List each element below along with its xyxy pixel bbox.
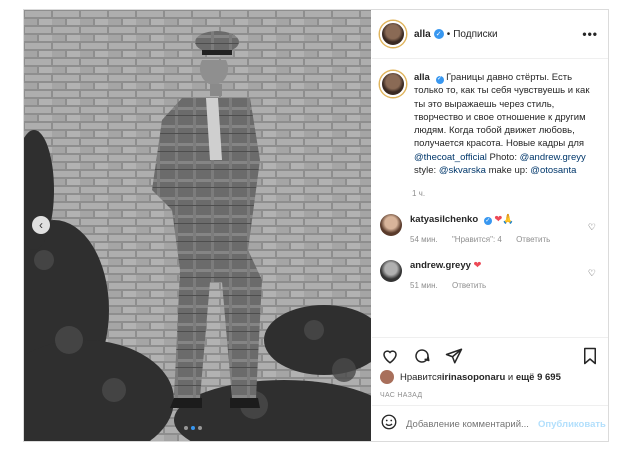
comment-like-icon[interactable]: ♡ (588, 222, 596, 233)
carousel-dot-active (191, 426, 195, 430)
comment-likes[interactable]: "Нравится": 4 (452, 235, 502, 244)
reply-button[interactable]: Ответить (452, 281, 486, 290)
comment-emoji: ❤ (473, 260, 482, 272)
post-sidebar: alla ✓ • Подписки ••• alla ✓ Границы дав… (372, 10, 608, 441)
prev-photo-button[interactable]: ‹ (32, 216, 50, 234)
carousel-dots (184, 426, 202, 430)
caption: alla ✓ Границы давно стёрты. Есть только… (372, 59, 608, 177)
comment-meta: 54 мин. "Нравится": 4 Ответить (410, 235, 562, 244)
author-username[interactable]: alla (414, 29, 431, 40)
likes-user[interactable]: irinasoponaru (442, 372, 505, 383)
emoji-icon[interactable] (380, 413, 398, 436)
share-icon[interactable] (444, 346, 464, 366)
separator-dot: • (446, 28, 451, 40)
verified-icon: ✓ (433, 29, 444, 39)
comment-username[interactable]: andrew.greyy (410, 260, 471, 271)
comment-time[interactable]: 51 мин. (410, 281, 438, 290)
carousel-dot (184, 426, 188, 430)
verified-icon: ✓ (435, 75, 444, 84)
avatar[interactable] (380, 214, 402, 237)
avatar[interactable] (380, 370, 394, 384)
comment-body: katyasilchenko ✓ ❤🙏 54 мин. "Нравится": … (410, 214, 562, 244)
avatar[interactable] (380, 71, 406, 97)
comments-area: alla ✓ Границы давно стёрты. Есть только… (372, 59, 608, 337)
publish-button[interactable]: Опубликовать (538, 419, 606, 430)
comment-body: andrew.greyy ❤ 51 мин. Ответить (410, 260, 498, 290)
likes-prefix: Нравится (400, 371, 442, 383)
comment-username[interactable]: katyasilchenko (410, 214, 478, 225)
mention-link[interactable]: @andrew.greyy (520, 152, 586, 163)
caption-body: style: (414, 165, 439, 177)
avatar[interactable] (380, 260, 402, 283)
comment-input[interactable] (406, 418, 538, 430)
comment-time[interactable]: 54 мин. (410, 235, 438, 244)
mention-link[interactable]: @thecoat_official (414, 152, 487, 163)
heart-icon[interactable] (380, 346, 400, 366)
verified-icon: ✓ (483, 216, 492, 225)
action-bar (372, 337, 608, 374)
caption-text: alla ✓ Границы давно стёрты. Есть только… (414, 71, 600, 177)
avatar[interactable] (380, 21, 406, 47)
more-options-icon[interactable]: ••• (582, 27, 598, 41)
post-time[interactable]: ЧАС НАЗАД (380, 392, 422, 399)
carousel-dot (198, 426, 202, 430)
post-photo[interactable]: ‹ (24, 10, 371, 441)
caption-time[interactable]: 1 ч. (412, 189, 608, 198)
mention-link[interactable]: @otosanta (530, 165, 576, 176)
mention-link[interactable]: @skvarska (439, 165, 486, 176)
comment-meta: 51 мин. Ответить (410, 281, 498, 290)
likes-summary: Нравится irinasoponaru и ещё 9 695 (380, 370, 561, 384)
comment-item: katyasilchenko ✓ ❤🙏 54 мин. "Нравится": … (372, 214, 608, 244)
caption-body: Photo: (486, 151, 520, 163)
add-comment-bar: Опубликовать (372, 405, 608, 442)
following-button[interactable]: Подписки (453, 29, 497, 40)
post-card: ‹ alla ✓ • Подписки ••• alla ✓ Границы д… (23, 9, 609, 442)
bookmark-icon[interactable] (580, 346, 600, 366)
post-header: alla ✓ • Подписки ••• (372, 10, 608, 59)
photo-image (24, 10, 371, 441)
comment-emoji: ❤🙏 (494, 214, 515, 226)
caption-body: make up: (485, 165, 531, 177)
comment-like-icon[interactable]: ♡ (588, 268, 596, 279)
comment-item: andrew.greyy ❤ 51 мин. Ответить ♡ (372, 260, 608, 290)
reply-button[interactable]: Ответить (516, 235, 550, 244)
likes-count[interactable]: ещё 9 695 (516, 372, 561, 383)
likes-mid: и (505, 371, 516, 383)
comment-icon[interactable] (412, 346, 432, 366)
caption-body: Границы давно стёрты. Есть только то, ка… (414, 72, 590, 150)
caption-author[interactable]: alla (414, 72, 430, 83)
